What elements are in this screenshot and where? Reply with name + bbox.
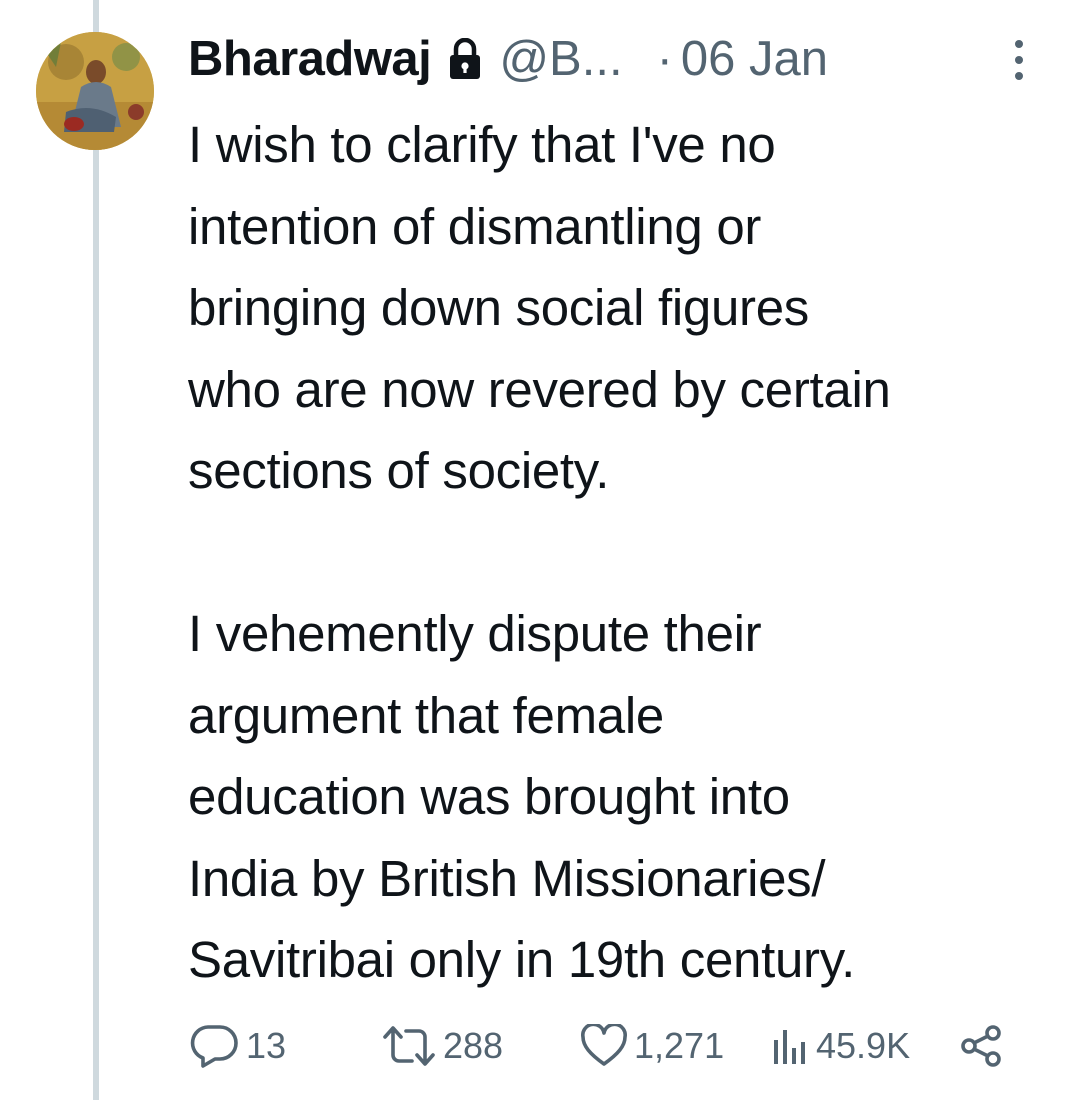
repost-icon <box>381 1023 437 1069</box>
like-count: 1,271 <box>634 1025 725 1066</box>
tweet-text: I wish to clarify that I've no intention… <box>188 104 1068 1001</box>
thread-line <box>93 0 99 1100</box>
repost-count: 288 <box>443 1025 504 1066</box>
views-count: 45.9K <box>816 1025 911 1066</box>
tweet-line: argument that female <box>188 686 664 744</box>
tweet-date[interactable]: 06 Jan <box>681 31 828 87</box>
share-icon <box>958 1023 1004 1069</box>
tweet-line: I wish to clarify that I've no <box>188 116 776 173</box>
avatar[interactable] <box>36 32 154 150</box>
views-icon <box>770 1024 810 1068</box>
lock-icon <box>447 37 483 80</box>
tweet-line: I vehemently dispute their <box>188 605 762 662</box>
more-icon[interactable] <box>1007 36 1031 84</box>
reply-icon <box>188 1023 240 1069</box>
tweet-line: who are now revered by certain <box>188 360 891 418</box>
separator-dot: · <box>656 32 673 86</box>
tweet-line: education was brought into <box>188 768 790 825</box>
author-handle[interactable]: @B... <box>499 31 622 87</box>
repost-button[interactable]: 288 <box>381 1016 503 1076</box>
share-button[interactable] <box>958 1016 1004 1076</box>
views-button[interactable]: 45.9K <box>770 1016 910 1076</box>
tweet-line: sections of society. <box>188 442 610 499</box>
action-bar: 13 288 1,271 45.9K <box>188 1016 1018 1076</box>
avatar-painting-image <box>36 32 154 150</box>
like-button[interactable]: 1,271 <box>580 1016 724 1076</box>
tweet-line: intention of dismantling or <box>188 197 762 255</box>
tweet-header: Bharadwaj @B... · 06 Jan <box>188 24 828 94</box>
author-name[interactable]: Bharadwaj <box>188 31 432 87</box>
heart-icon <box>580 1024 628 1068</box>
reply-button[interactable]: 13 <box>188 1016 286 1076</box>
tweet-line: bringing down social figures <box>188 279 809 336</box>
tweet-line: Savitribai only in 19th century. <box>188 931 855 988</box>
tweet-line: India by British Missionaries/ <box>188 849 826 907</box>
reply-count: 13 <box>246 1025 287 1066</box>
